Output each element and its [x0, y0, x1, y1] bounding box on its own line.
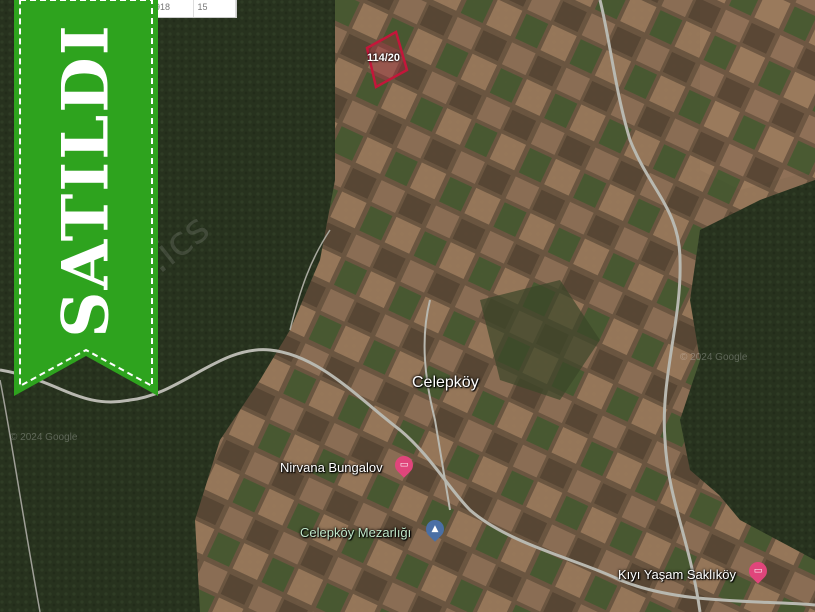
copyright-right: © 2024 Google: [680, 352, 748, 363]
parcel-label[interactable]: 114/20: [367, 52, 400, 64]
sold-banner-text: SATILDI: [48, 22, 124, 338]
poi-mezarlik-label[interactable]: Celepköy Mezarlığı: [300, 525, 411, 540]
poi-nirvana-label[interactable]: Nirvana Bungalov: [280, 460, 383, 475]
data-table-strip: 918 15: [150, 0, 237, 18]
copyright-left: © 2024 Google: [10, 432, 78, 443]
hotel-marker-icon[interactable]: ▭: [391, 452, 417, 478]
table-cell: 15: [194, 0, 236, 17]
farmland-right: [700, 0, 815, 190]
village-label[interactable]: Celepköy: [412, 374, 479, 392]
hotel-marker-icon[interactable]: ▭: [745, 558, 771, 584]
sold-banner-text-wrap: SATILDI: [14, 0, 158, 360]
cemetery-marker-icon[interactable]: ▲: [422, 516, 448, 542]
poi-kiyi-label[interactable]: Kıyı Yaşam Saklıköy: [618, 567, 736, 582]
